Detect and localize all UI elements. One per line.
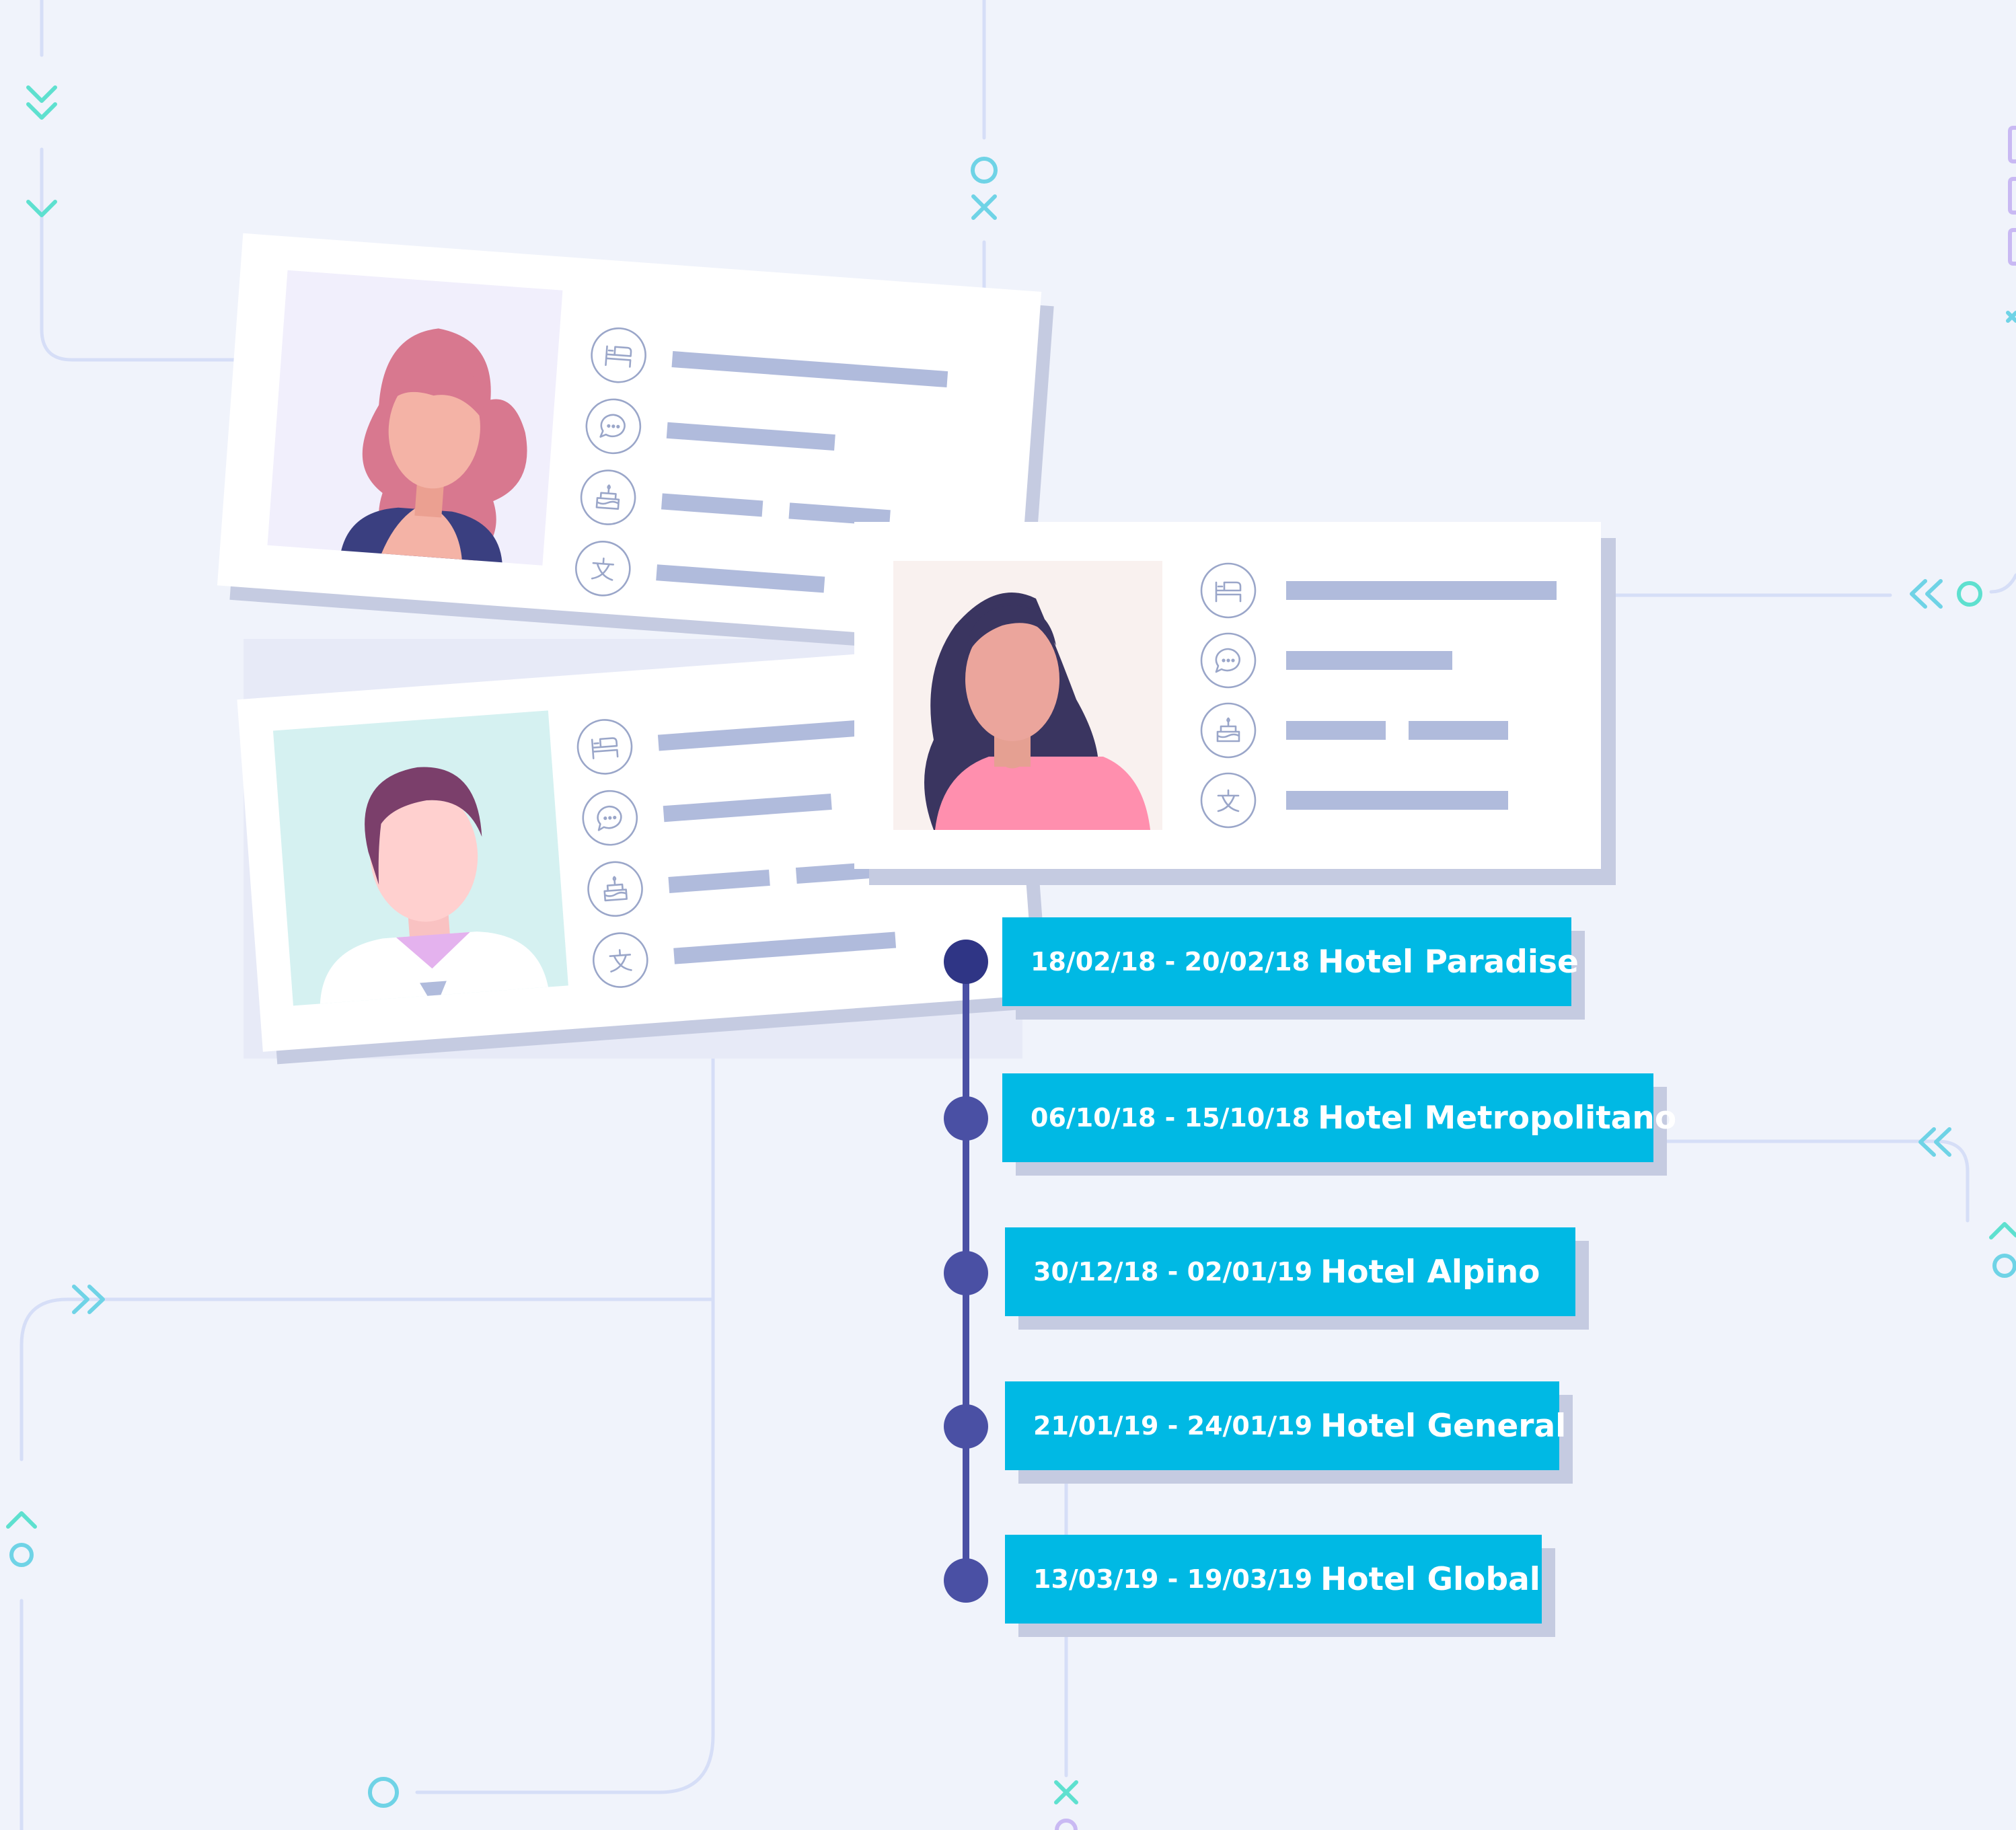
hotel-name: Hotel Global (1320, 1560, 1540, 1598)
timeline-entry-hotel-global: 13/03/19 - 19/03/19 Hotel Global (1005, 1535, 1542, 1624)
timeline-dot (944, 1558, 988, 1603)
circle-icon (1992, 1254, 2016, 1278)
hotel-name: Hotel Metropolitano (1318, 1099, 1677, 1137)
timeline-entry-hotel-paradise: 18/02/18 - 20/02/18 Hotel Paradise (1002, 917, 1579, 1006)
info-placeholder-bar (1286, 651, 1452, 670)
circle-icon (9, 1543, 34, 1567)
illustration-stage: 18/02/18 - 20/02/18 Hotel Paradise 06/10… (0, 0, 2016, 1830)
timeline-dot (944, 940, 988, 984)
double-chevron-left-icon (1910, 579, 1943, 609)
timeline-dot (944, 1251, 988, 1295)
hotel-name: Hotel Alpino (1320, 1253, 1540, 1291)
stay-dates: 30/12/18 - 02/01/19 (1033, 1257, 1313, 1287)
timeline-entry-hotel-general: 21/01/19 - 24/01/19 Hotel General (1005, 1381, 1566, 1470)
chevron-up-icon (1989, 1222, 2016, 1240)
square-icon (2008, 228, 2016, 266)
square-icon (2008, 126, 2016, 163)
stay-dates: 13/03/19 - 19/03/19 (1033, 1564, 1313, 1594)
timeline-dot (944, 1404, 988, 1449)
avatar-man (272, 710, 568, 1006)
close-icon (2006, 311, 2016, 323)
profile-card-dark-haired-woman (854, 522, 1616, 885)
circle-icon (971, 157, 998, 184)
hotel-name: Hotel General (1320, 1407, 1567, 1445)
stay-dates: 18/02/18 - 20/02/18 (1031, 947, 1310, 977)
circle-icon (368, 1777, 399, 1808)
avatar-red-haired-woman (267, 270, 563, 566)
timeline-entry-hotel-alpino: 30/12/18 - 02/01/19 Hotel Alpino (1005, 1227, 1575, 1316)
circle-icon (1055, 1819, 1078, 1830)
info-placeholder-bar (1409, 721, 1508, 740)
stay-dates: 21/01/19 - 24/01/19 (1033, 1411, 1313, 1441)
info-placeholder-bar (1286, 791, 1508, 810)
close-icon (1054, 1780, 1078, 1804)
timeline-dot (944, 1096, 988, 1141)
hotel-name: Hotel Paradise (1318, 943, 1579, 981)
circle-icon (1957, 581, 1982, 607)
stay-dates: 06/10/18 - 15/10/18 (1031, 1103, 1310, 1133)
chevron-up-icon (6, 1511, 37, 1529)
close-icon (971, 194, 997, 220)
avatar-dark-haired-woman (893, 561, 1162, 830)
double-chevron-down-icon (26, 85, 57, 120)
timeline-entry-hotel-metropolitano: 06/10/18 - 15/10/18 Hotel Metropolitano (1002, 1073, 1676, 1162)
square-icon (2008, 177, 2016, 215)
info-placeholder-bar (1286, 721, 1386, 740)
name-placeholder-bar (1286, 581, 1557, 600)
